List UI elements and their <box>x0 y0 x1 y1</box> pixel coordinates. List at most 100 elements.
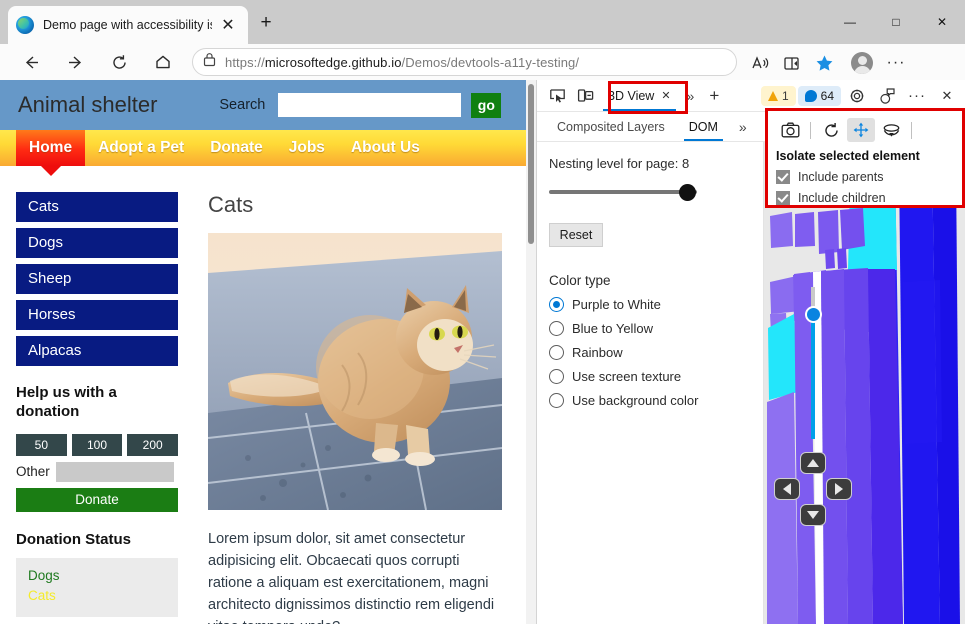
radio-blue-to-yellow[interactable]: Blue to Yellow <box>549 321 763 336</box>
issues-count: 64 <box>820 88 834 103</box>
zoom-slider-knob[interactable] <box>805 306 822 323</box>
radio-purple-to-white-label: Purple to White <box>572 297 661 312</box>
warnings-badge[interactable]: 1 <box>760 85 796 106</box>
pan-icon[interactable] <box>847 118 875 142</box>
subtab-composited-layers[interactable]: Composited Layers <box>547 112 675 141</box>
sidebar-item-alpacas[interactable]: Alpacas <box>16 336 178 366</box>
donation-amounts: 50 100 200 <box>16 433 179 456</box>
toolbar-divider-2 <box>911 121 912 139</box>
more-panels-chevron-icon[interactable]: » <box>680 88 702 104</box>
include-children-row[interactable]: Include children <box>776 191 962 205</box>
cat-photo-image <box>208 233 502 510</box>
amount-200-button[interactable]: 200 <box>127 433 179 456</box>
page-scrollbar-thumb[interactable] <box>528 84 534 244</box>
add-panel-button[interactable]: + <box>701 86 727 106</box>
reset-view-icon[interactable] <box>817 118 845 142</box>
color-type-heading: Color type <box>549 273 611 288</box>
nav-item-adopt-a-pet[interactable]: Adopt a Pet <box>85 130 197 166</box>
browser-tab[interactable]: Demo page with accessibility iss ✕ <box>8 6 248 44</box>
window-controls: — □ ✕ <box>827 0 965 44</box>
star-icon[interactable] <box>809 48 839 78</box>
reload-icon[interactable] <box>102 47 136 77</box>
site-body: Cats Dogs Sheep Horses Alpacas Help us w… <box>0 166 536 624</box>
radio-use-background-color[interactable]: Use background color <box>549 393 763 408</box>
devtools-more-icon[interactable]: ··· <box>903 83 931 109</box>
radio-use-background-color-icon[interactable] <box>549 393 564 408</box>
pan-left-button[interactable] <box>774 478 800 500</box>
cat-photo <box>208 233 502 510</box>
pan-up-button[interactable] <box>800 452 826 474</box>
address-bar[interactable]: https://microsoftedge.github.io/Demos/de… <box>192 48 737 76</box>
close-window-button[interactable]: ✕ <box>919 0 965 44</box>
3d-view-canvas[interactable] <box>764 142 965 624</box>
search-input[interactable] <box>278 93 462 117</box>
status-item-cats: Cats <box>28 588 56 604</box>
close-tab-icon[interactable]: ✕ <box>216 13 240 37</box>
more-subtabs-chevron-icon[interactable]: » <box>732 119 754 135</box>
sidebar-item-sheep[interactable]: Sheep <box>16 264 178 294</box>
close-3d-view-icon[interactable]: ✕ <box>661 89 670 102</box>
radio-use-screen-texture-icon[interactable] <box>549 369 564 384</box>
other-amount-input[interactable] <box>55 461 174 482</box>
nav-item-home[interactable]: Home <box>16 130 86 166</box>
inspect-element-icon[interactable] <box>543 83 571 109</box>
nesting-slider-thumb[interactable] <box>679 184 696 201</box>
tab-3d-view[interactable]: 3D View ✕ <box>599 80 680 111</box>
feedback-icon[interactable] <box>873 83 901 109</box>
subtab-dom[interactable]: DOM <box>679 112 728 141</box>
browser-window: Demo page with accessibility iss ✕ + — □… <box>0 0 965 624</box>
go-button[interactable]: go <box>471 92 502 118</box>
donate-button[interactable]: Donate <box>16 487 178 512</box>
nesting-level-slider[interactable] <box>549 184 697 201</box>
page-scrollbar[interactable] <box>526 80 536 624</box>
radio-blue-to-yellow-icon[interactable] <box>549 321 564 336</box>
other-amount-row: Other <box>16 461 178 482</box>
rotate-icon[interactable] <box>877 118 905 142</box>
home-icon[interactable] <box>146 47 180 77</box>
radio-purple-to-white[interactable]: Purple to White <box>549 297 763 312</box>
forward-arrow-icon[interactable] <box>58 47 92 77</box>
search-label: Search <box>219 97 266 113</box>
radio-purple-to-white-icon[interactable] <box>549 297 564 312</box>
include-children-checkbox[interactable] <box>776 191 790 205</box>
title-bar: Demo page with accessibility iss ✕ + — □… <box>0 0 965 44</box>
read-aloud-icon[interactable] <box>745 48 775 78</box>
nav-item-donate[interactable]: Donate <box>197 130 276 166</box>
gear-icon[interactable] <box>843 83 871 109</box>
issues-badge[interactable]: 64 <box>797 85 841 106</box>
maximize-button[interactable]: □ <box>873 0 919 44</box>
arrow-left-icon <box>783 483 791 495</box>
minimize-button[interactable]: — <box>827 0 873 44</box>
radio-use-screen-texture[interactable]: Use screen texture <box>549 369 763 384</box>
nav-item-about-us[interactable]: About Us <box>338 130 433 166</box>
nav-item-jobs[interactable]: Jobs <box>276 130 338 166</box>
reset-button[interactable]: Reset <box>549 223 603 247</box>
amount-100-button[interactable]: 100 <box>71 433 123 456</box>
device-emulation-icon[interactable] <box>571 83 599 109</box>
close-devtools-icon[interactable]: ✕ <box>933 83 961 109</box>
site-sidebar: Cats Dogs Sheep Horses Alpacas Help us w… <box>0 192 179 624</box>
arrow-up-icon <box>807 459 819 467</box>
radio-rainbow[interactable]: Rainbow <box>549 345 763 360</box>
back-arrow-icon[interactable] <box>14 47 48 77</box>
toolbar-divider-1 <box>810 121 811 139</box>
site-navigation: Home Adopt a Pet Donate Jobs About Us <box>0 130 536 166</box>
split-screen-icon[interactable] <box>777 48 807 78</box>
pan-right-button[interactable] <box>826 478 852 500</box>
nesting-slider-track <box>549 190 697 194</box>
amount-50-button[interactable]: 50 <box>16 433 67 456</box>
new-tab-button[interactable]: + <box>254 11 278 35</box>
profile-avatar-icon[interactable] <box>851 52 873 74</box>
nesting-level-label: Nesting level for page: 8 <box>549 156 690 171</box>
site-main-content: Cats Lorem ipsum dolor, sit amet consect… <box>178 192 522 624</box>
radio-rainbow-icon[interactable] <box>549 345 564 360</box>
pan-down-button[interactable] <box>800 504 826 526</box>
sidebar-item-dogs[interactable]: Dogs <box>16 228 178 258</box>
browser-settings-ellipsis-icon[interactable]: ··· <box>881 48 911 78</box>
include-parents-checkbox[interactable] <box>776 170 790 184</box>
camera-icon[interactable] <box>776 118 804 142</box>
include-parents-row[interactable]: Include parents <box>776 170 962 184</box>
sidebar-item-horses[interactable]: Horses <box>16 300 178 330</box>
isolate-toolbar <box>776 117 962 143</box>
sidebar-item-cats[interactable]: Cats <box>16 192 178 222</box>
